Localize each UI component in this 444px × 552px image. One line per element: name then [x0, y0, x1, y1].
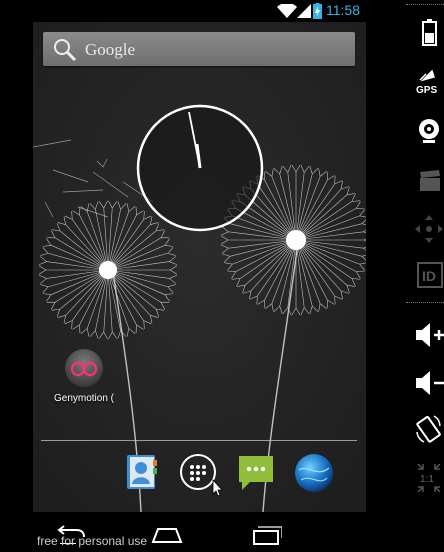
signal-icon [297, 4, 311, 18]
phone-screen[interactable]: Google Genymotion ( [33, 22, 366, 512]
volume-up-icon[interactable] [414, 320, 444, 350]
dock-contacts[interactable] [121, 452, 161, 492]
camera-icon[interactable] [414, 116, 444, 146]
search-label: Google [85, 40, 136, 59]
home-icon[interactable] [150, 526, 184, 544]
analog-clock-widget[interactable] [135, 104, 265, 234]
dpad-icon[interactable] [414, 214, 444, 244]
panel-divider [406, 302, 444, 303]
gps-icon[interactable]: GPS [414, 68, 444, 98]
dandelion-wallpaper [33, 22, 366, 512]
dock-browser[interactable] [293, 452, 333, 492]
panel-divider [406, 4, 444, 5]
genymotion-icon [65, 349, 103, 387]
video-capture-icon[interactable] [414, 166, 444, 196]
recent-apps-icon[interactable] [248, 524, 282, 546]
battery-icon[interactable] [414, 18, 444, 48]
watermark: free for personal use [37, 534, 148, 548]
status-bar: 11:58 [0, 0, 366, 22]
contacts-icon [127, 455, 157, 489]
volume-down-icon[interactable] [414, 368, 444, 398]
messaging-icon [239, 456, 273, 490]
battery-charging-icon [313, 3, 322, 19]
dock-all-apps-button[interactable] [178, 452, 223, 497]
rotate-icon[interactable] [414, 414, 444, 444]
id-label: ID [422, 268, 436, 284]
wifi-icon [277, 4, 297, 18]
status-time: 11:58 [326, 2, 360, 18]
emulator-control-panel: GPS ID 1:1 [366, 0, 444, 552]
scale-label: 1:1 [420, 474, 434, 485]
app-drawer-icon [180, 454, 223, 497]
device-id-icon[interactable]: ID [414, 260, 444, 290]
app-genymotion[interactable]: Genymotion ( [51, 348, 117, 404]
dock-messaging[interactable] [236, 452, 276, 492]
dock-divider [41, 440, 357, 441]
gps-label: GPS [416, 85, 437, 96]
browser-globe-icon [295, 454, 333, 492]
google-search-bar[interactable]: Google [43, 32, 355, 66]
app-label: Genymotion ( [53, 393, 115, 404]
pixel-perfect-icon[interactable]: 1:1 [414, 462, 444, 492]
search-icon [54, 39, 77, 62]
